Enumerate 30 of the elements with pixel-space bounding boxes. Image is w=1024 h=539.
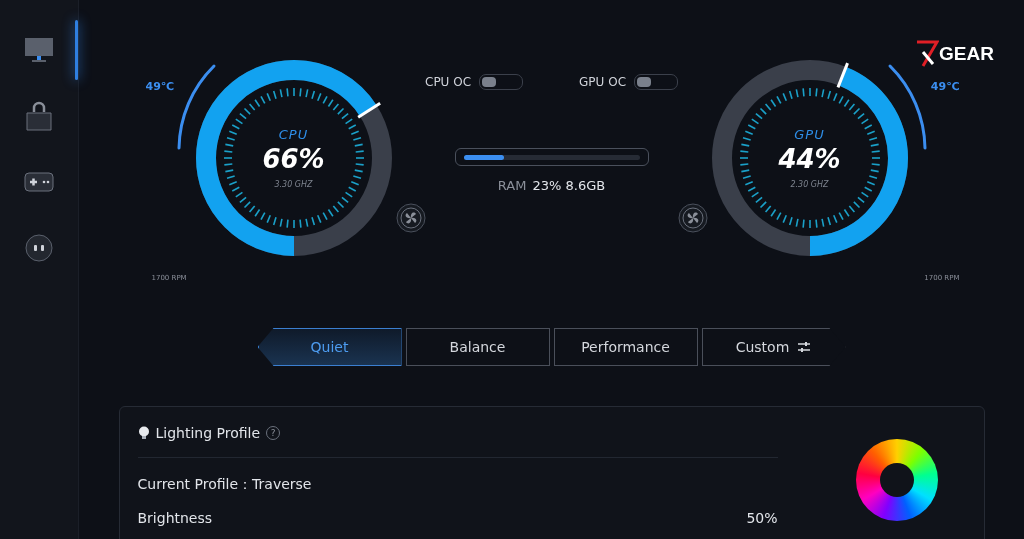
monitor-icon (24, 37, 54, 63)
fan-icon (677, 203, 708, 233)
usage-value: 44% (778, 144, 841, 174)
logo-text: GEAR (939, 43, 994, 65)
brightness-value: 50% (746, 510, 778, 526)
temperature-label: 49℃ (145, 80, 175, 93)
mode-tab[interactable]: Performance (553, 328, 698, 366)
panel-title: Lighting Profile (155, 425, 261, 441)
gauge-label: GPU (794, 127, 825, 142)
usage-value: 66% (262, 144, 325, 174)
mode-tab[interactable]: Quiet (257, 328, 402, 366)
fan-icon (395, 203, 426, 233)
toggle-switch[interactable] (479, 74, 524, 90)
temperature-label: 49℃ (930, 80, 960, 93)
gauge-label: CPU (278, 127, 309, 142)
ram-label: RAM (497, 178, 527, 193)
ram-reading: 23% 8.6GB (532, 178, 606, 193)
clock-speed: 2.30 GHZ (790, 180, 829, 189)
mode-tab[interactable]: Custom (701, 328, 846, 366)
toggle-switch[interactable] (634, 74, 678, 90)
clock-speed: 3.30 GHZ (274, 180, 313, 189)
bulb-icon (137, 426, 150, 440)
current-profile: Current Profile：Traverse (137, 476, 313, 494)
face-icon (25, 234, 53, 262)
toggle-label: CPU OC (425, 75, 472, 89)
toggle-label: GPU OC (579, 75, 626, 89)
settings-icon (797, 341, 812, 353)
mode-tab[interactable]: Balance (405, 328, 550, 366)
gamepad-icon (24, 172, 54, 192)
brightness-label: Brightness (137, 510, 213, 526)
